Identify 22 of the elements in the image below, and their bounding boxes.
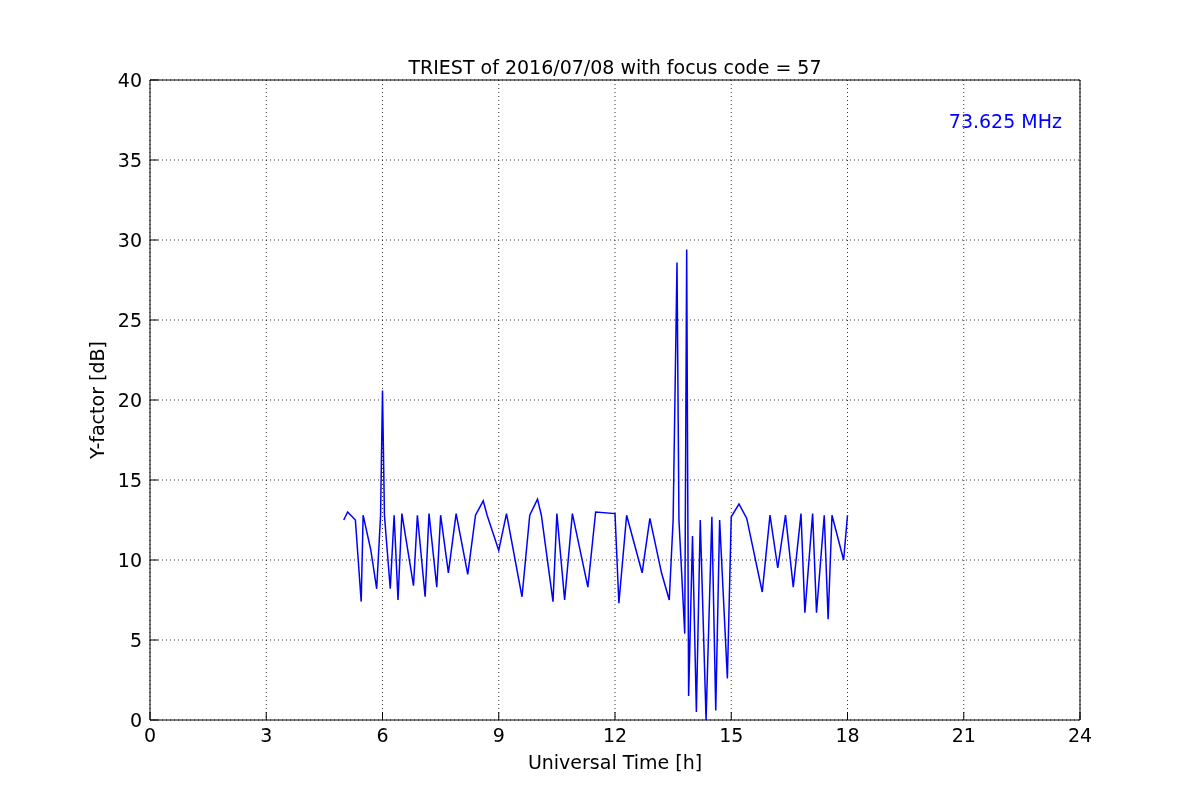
- x-tick-label: 3: [260, 724, 273, 746]
- y-tick-label: 30: [117, 229, 142, 251]
- y-tick-label: 0: [129, 709, 142, 731]
- y-tick-label: 35: [117, 149, 142, 171]
- x-tick-label: 21: [951, 724, 976, 746]
- x-tick-label: 9: [492, 724, 505, 746]
- y-tick-label: 40: [117, 69, 142, 91]
- y-axis-label: Y-factor [dB]: [86, 341, 108, 459]
- y-tick-label: 15: [117, 469, 142, 491]
- x-tick-label: 18: [835, 724, 860, 746]
- x-tick-label: 24: [1067, 724, 1093, 746]
- y-tick-label: 10: [117, 549, 142, 571]
- y-tick-label: 20: [117, 389, 142, 411]
- x-axis-label: Universal Time [h]: [527, 751, 703, 773]
- y-tick-label: 5: [129, 629, 142, 651]
- x-tick-label: 15: [719, 724, 744, 746]
- x-tick-label: 6: [376, 724, 389, 746]
- series-label: 73.625 MHz: [948, 110, 1062, 132]
- x-tick-label: 12: [602, 724, 628, 746]
- y-tick-label: 25: [117, 309, 142, 331]
- chart-title: TRIEST of 2016/07/08 with focus code = 57: [408, 56, 822, 78]
- x-tick-label: 0: [143, 724, 157, 746]
